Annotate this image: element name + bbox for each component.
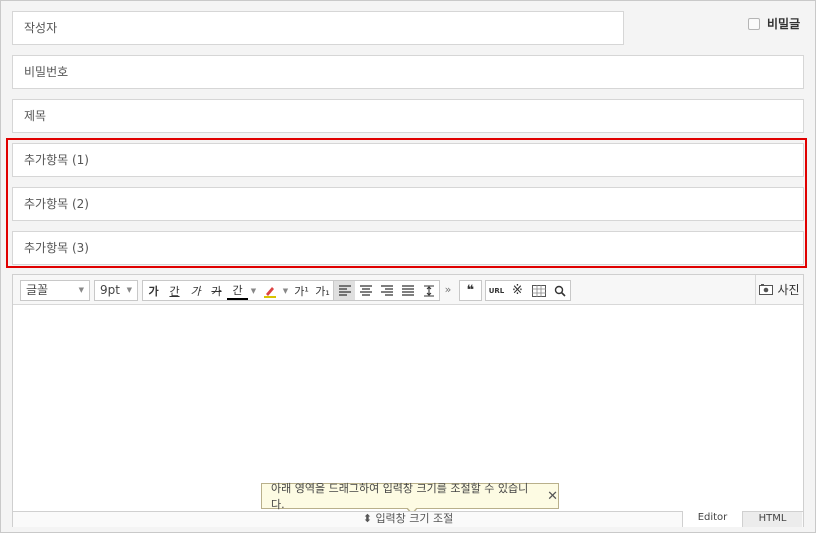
tab-html[interactable]: HTML (742, 511, 802, 527)
secret-post-checkbox[interactable]: 비밀글 (748, 15, 800, 32)
url-link-button[interactable]: URL (486, 281, 507, 300)
highlight-dropdown-icon[interactable]: ▼ (280, 281, 291, 300)
font-size-value: 9pt (100, 283, 120, 297)
camera-icon (759, 284, 774, 295)
insert-group: URL ※ (485, 280, 571, 301)
highlighter-icon (263, 286, 276, 298)
table-icon[interactable] (528, 281, 549, 300)
extra-field-2-placeholder: 추가항목 (2) (24, 197, 89, 211)
checkbox-box[interactable] (748, 17, 760, 30)
highlight-color-button[interactable] (259, 281, 280, 300)
resize-arrows-icon: ⬍ (362, 512, 372, 525)
extra-field-1-placeholder: 추가항목 (1) (24, 153, 89, 167)
author-placeholder: 작성자 (24, 21, 58, 35)
extra-field-3[interactable]: 추가항목 (3) (12, 231, 804, 265)
underline-button[interactable]: 간 (164, 281, 185, 300)
author-input[interactable]: 작성자 (12, 11, 624, 45)
italic-button[interactable]: 가 (185, 281, 206, 300)
special-char-icon[interactable]: ※ (507, 281, 528, 300)
photo-button[interactable]: 사진 (755, 275, 803, 304)
blockquote-icon[interactable]: ❝ (460, 281, 481, 300)
resize-label: 입력창 크기 조절 (375, 512, 454, 525)
line-height-icon[interactable] (418, 281, 439, 300)
align-center-icon[interactable] (355, 281, 376, 300)
font-size-select[interactable]: 9pt ▼ (94, 280, 138, 301)
tooltip-text: 아래 영역을 드래그하여 입력창 크기를 조절할 수 있습니다. (271, 482, 529, 511)
extra-field-3-placeholder: 추가항목 (3) (24, 241, 89, 255)
subscript-button[interactable]: 가₁ (312, 281, 333, 300)
editor-toolbar: 글꼴 ▼ 9pt ▼ 가 간 가 가 간 ▼ ▼ 가¹ 가₁ » ❝ URL ※… (13, 275, 803, 305)
align-group (333, 280, 440, 301)
title-placeholder: 제목 (24, 109, 47, 123)
superscript-button[interactable]: 가¹ (291, 281, 312, 300)
align-right-icon[interactable] (376, 281, 397, 300)
font-color-button[interactable]: 간 (227, 281, 248, 300)
font-color-dropdown-icon[interactable]: ▼ (248, 281, 259, 300)
chevron-down-icon: ▼ (126, 286, 132, 294)
search-icon[interactable] (549, 281, 570, 300)
title-input[interactable]: 제목 (12, 99, 804, 133)
password-placeholder: 비밀번호 (24, 65, 69, 79)
resize-tooltip: 아래 영역을 드래그하여 입력창 크기를 조절할 수 있습니다. ✕ (261, 482, 559, 515)
secret-label: 비밀글 (767, 17, 801, 31)
bold-button[interactable]: 가 (143, 281, 164, 300)
more-options-icon[interactable]: » (441, 280, 455, 299)
chevron-down-icon: ▼ (78, 286, 84, 294)
font-select-value: 글꼴 (26, 283, 49, 297)
extra-field-2[interactable]: 추가항목 (2) (12, 187, 804, 221)
password-input[interactable]: 비밀번호 (12, 55, 804, 89)
font-select[interactable]: 글꼴 ▼ (20, 280, 90, 301)
align-justify-icon[interactable] (397, 281, 418, 300)
text-format-group: 가 간 가 가 간 ▼ ▼ 가¹ 가₁ (142, 280, 334, 301)
extra-field-1[interactable]: 추가항목 (1) (12, 143, 804, 177)
rich-text-editor: 글꼴 ▼ 9pt ▼ 가 간 가 가 간 ▼ ▼ 가¹ 가₁ » ❝ URL ※… (12, 274, 804, 527)
align-left-icon[interactable] (334, 281, 355, 300)
strikethrough-button[interactable]: 가 (206, 281, 227, 300)
close-icon[interactable]: ✕ (547, 489, 558, 504)
editor-mode-tabs: Editor HTML (682, 511, 802, 527)
quote-group: ❝ (459, 280, 482, 301)
tab-editor[interactable]: Editor (682, 511, 742, 527)
photo-label: 사진 (777, 283, 800, 297)
